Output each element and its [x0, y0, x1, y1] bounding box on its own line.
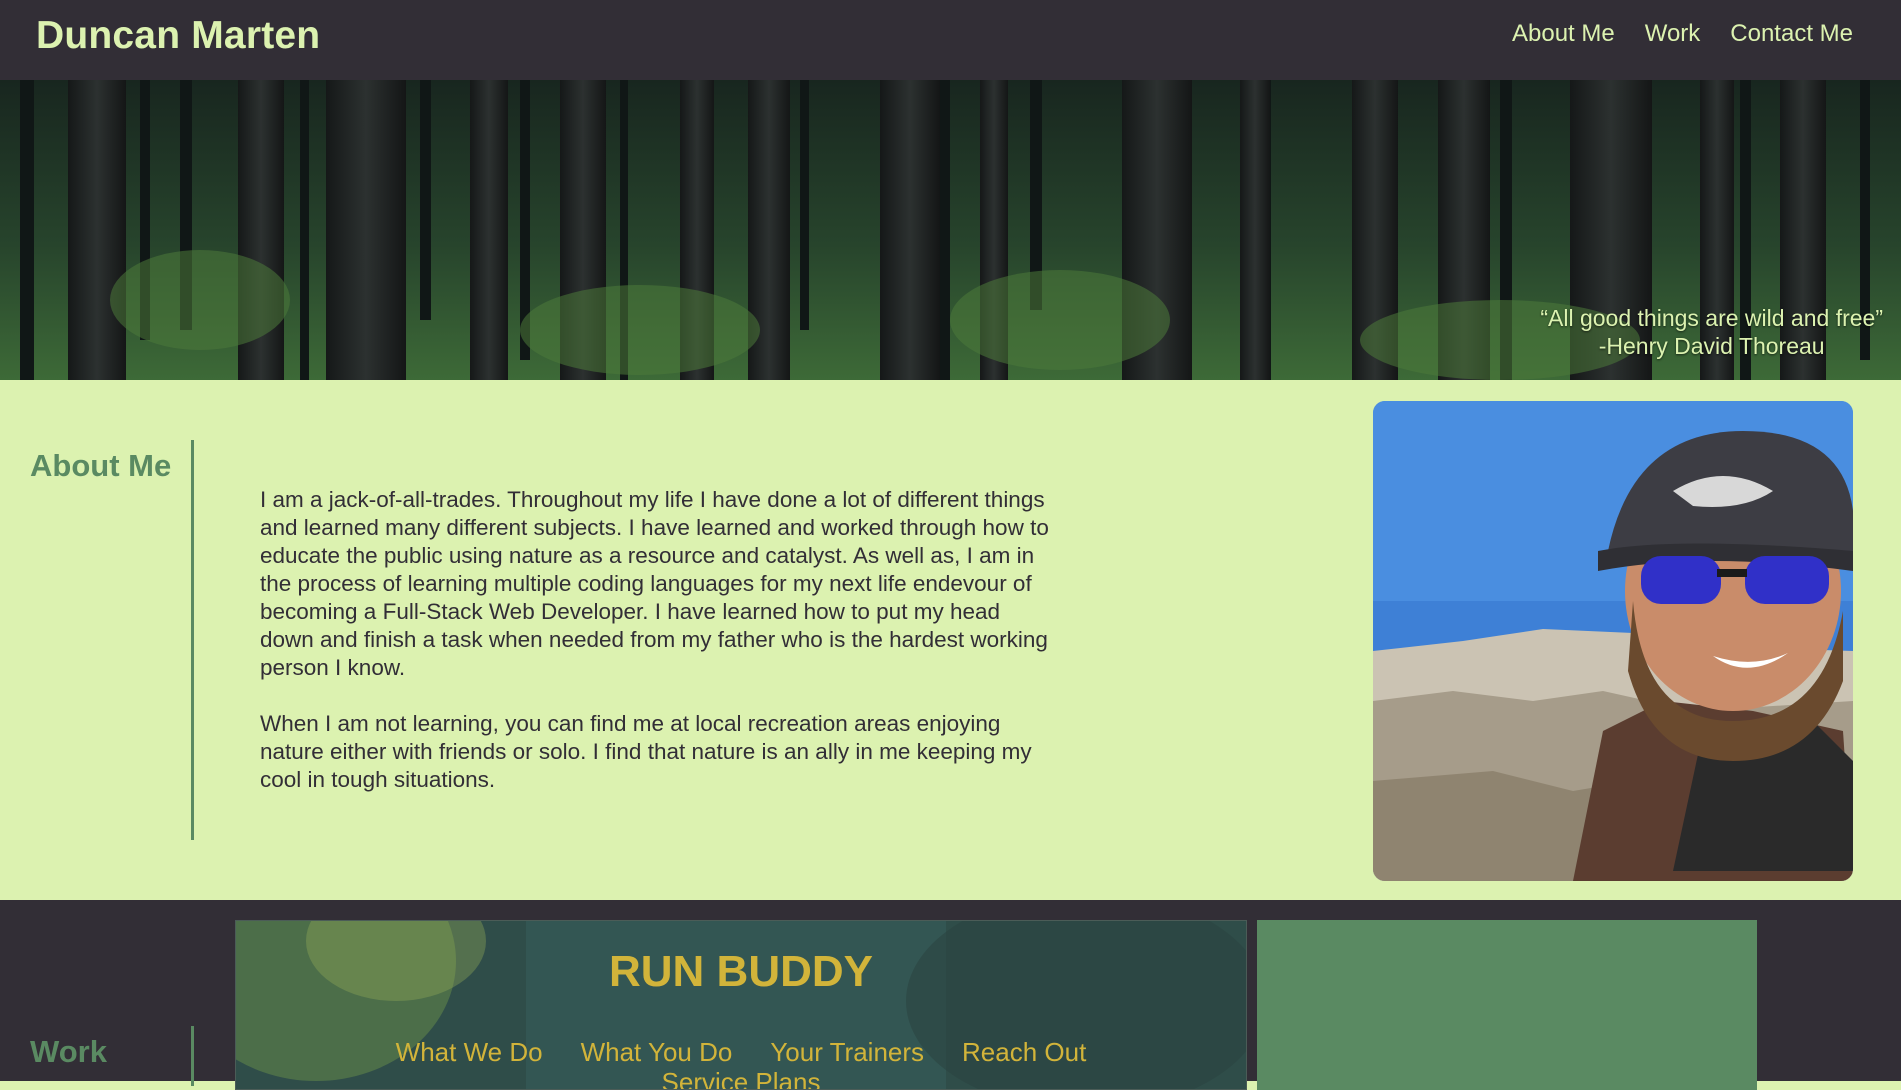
project-nav: What We Do What You Do Your Trainers Rea…	[236, 1037, 1246, 1068]
site-name: Duncan Marten	[36, 14, 321, 57]
project-nav-your-trainers: Your Trainers	[770, 1037, 925, 1067]
site-header: Duncan Marten About Me Work Contact Me	[0, 0, 1901, 80]
hero-quote: “All good things are wild and free” -Hen…	[1540, 304, 1883, 360]
work-heading: Work	[30, 1034, 107, 1069]
nav-contact-me[interactable]: Contact Me	[1730, 20, 1853, 48]
about-section: About Me I am a jack-of-all-trades. Thro…	[0, 380, 1901, 900]
project-nav-service-plans: Service Plans	[661, 1067, 821, 1090]
project-nav-what-you-do: What You Do	[580, 1037, 733, 1067]
about-text: I am a jack-of-all-trades. Throughout my…	[260, 486, 1060, 822]
project-card-secondary[interactable]	[1257, 920, 1757, 1090]
about-heading: About Me	[30, 448, 172, 483]
work-section: Work RUN BUDDY What We Do What You Do Yo…	[0, 900, 1901, 1090]
profile-photo-image	[1373, 401, 1853, 881]
project-title: RUN BUDDY	[609, 947, 873, 996]
quote-author: -Henry David Thoreau	[1598, 333, 1825, 359]
hero-banner: “All good things are wild and free” -Hen…	[0, 80, 1901, 380]
nav-about-me[interactable]: About Me	[1512, 20, 1615, 48]
project-card-run-buddy[interactable]: RUN BUDDY What We Do What You Do Your Tr…	[235, 920, 1247, 1090]
about-paragraph-1: I am a jack-of-all-trades. Throughout my…	[260, 487, 1049, 680]
quote-text: “All good things are wild and free”	[1540, 305, 1883, 331]
project-nav-what-we-do: What We Do	[395, 1037, 543, 1067]
about-paragraph-2: When I am not learning, you can find me …	[260, 711, 1032, 792]
about-divider	[191, 440, 194, 840]
nav-work[interactable]: Work	[1645, 20, 1701, 48]
main-nav: About Me Work Contact Me	[1512, 20, 1853, 48]
work-divider	[191, 1026, 194, 1086]
project-nav-reach-out: Reach Out	[962, 1037, 1087, 1067]
profile-photo	[1373, 401, 1853, 881]
